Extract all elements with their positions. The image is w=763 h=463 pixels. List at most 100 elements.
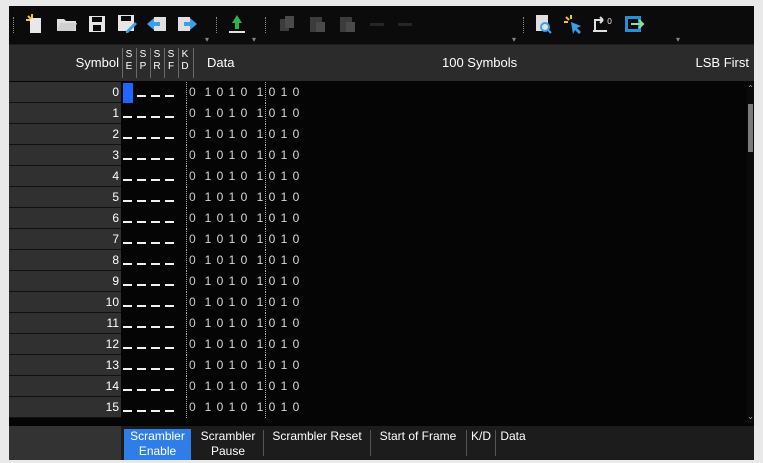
bit-cell[interactable]: 0 [290,166,302,187]
bit-cell[interactable]: 0 [266,103,278,124]
flag-cell[interactable] [123,410,132,412]
flag-cell[interactable] [151,263,160,265]
bit-cell[interactable]: 0 [266,229,278,250]
table-row[interactable]: 11 0 1 0 1 0 1 0 1 0 [9,313,749,334]
bit-cell[interactable]: 1 [226,124,238,145]
bit-cell[interactable]: 1 [278,397,290,418]
flag-cell[interactable] [151,95,160,97]
bit-cell[interactable]: 1 [226,166,238,187]
bit-cell[interactable]: 0 [238,292,250,313]
flag-cell[interactable] [165,263,174,265]
kd-cell[interactable]: 0 [189,271,196,292]
kd-cell[interactable]: 0 [189,334,196,355]
bit-cell[interactable]: 1 [226,229,238,250]
selected-cell[interactable] [123,83,133,103]
sf-column-header[interactable]: SF [166,49,176,73]
bit-cell[interactable]: 1 [278,208,290,229]
bit-cell[interactable]: 0 [238,103,250,124]
table-row[interactable]: 14 0 1 0 1 0 1 0 1 0 [9,376,749,397]
bit-cell[interactable]: 1 [278,187,290,208]
flag-cell[interactable] [151,200,160,202]
bit-cell[interactable]: 1 [202,82,214,103]
bit-cell[interactable]: 1 [226,82,238,103]
paste-button[interactable] [303,11,331,37]
bit-cell[interactable]: 1 [202,313,214,334]
flag-cell[interactable] [123,137,132,139]
bit-cell[interactable]: 0 [290,292,302,313]
flag-cell[interactable] [165,410,174,412]
flag-cell[interactable] [123,242,132,244]
copy-button[interactable] [273,11,301,37]
bit-cell[interactable]: 0 [266,376,278,397]
bit-cell[interactable]: 1 [202,166,214,187]
toolbar-grip[interactable] [216,17,220,33]
bit-cell[interactable]: 1 [278,355,290,376]
flag-cell[interactable] [123,347,132,349]
bit-cell[interactable]: 1 [278,250,290,271]
bit-cell[interactable]: 0 [238,229,250,250]
flag-cell[interactable] [165,95,174,97]
table-row[interactable]: 1010101010 [9,103,749,124]
toolbar-overflow-icon[interactable]: ▾ [512,35,516,44]
flag-cell[interactable] [151,368,160,370]
bit-cell[interactable]: 0 [214,166,226,187]
flag-cell[interactable] [137,389,146,391]
legend-scrambler-enable[interactable]: Scrambler Enable [124,429,191,460]
flag-cell[interactable] [123,200,132,202]
kd-cell[interactable]: 0 [189,355,196,376]
flag-cell[interactable] [151,305,160,307]
bit-cell[interactable]: 0 [214,103,226,124]
bit-cell[interactable]: 1 [226,376,238,397]
table-row[interactable]: 3010101010 [9,145,749,166]
kd-cell[interactable]: 0 [189,229,196,250]
kd-cell[interactable]: 0 [189,292,196,313]
kd-column-header[interactable]: KD [180,49,190,73]
bit-cell[interactable]: 0 [290,313,302,334]
flag-cell[interactable] [165,221,174,223]
bit-cell[interactable]: 0 [266,187,278,208]
bit-cell[interactable]: 1 [202,250,214,271]
import-button[interactable] [143,11,171,37]
flag-cell[interactable] [137,95,146,97]
flag-cell[interactable] [137,305,146,307]
bit-cell[interactable]: 0 [238,166,250,187]
bit-cell[interactable]: 1 [202,145,214,166]
bit-cell[interactable]: 0 [290,208,302,229]
scroll-up-icon[interactable]: ⌃ [747,84,754,93]
flag-cell[interactable] [151,242,160,244]
flag-cell[interactable] [123,179,132,181]
bit-cell[interactable]: 0 [238,124,250,145]
kd-cell[interactable]: 0 [189,145,196,166]
bit-cell[interactable]: 0 [238,334,250,355]
legend-kd[interactable]: K/D [468,429,494,444]
bit-cell[interactable]: 0 [266,124,278,145]
scrollbar-thumb[interactable] [748,104,753,152]
kd-cell[interactable]: 0 [189,250,196,271]
bit-cell[interactable]: 0 [214,397,226,418]
flag-cell[interactable] [137,116,146,118]
bit-cell[interactable]: 1 [202,376,214,397]
flag-cell[interactable] [137,284,146,286]
flag-cell[interactable] [123,263,132,265]
bit-cell[interactable]: 1 [202,187,214,208]
bit-cell[interactable]: 0 [238,376,250,397]
flag-cell[interactable] [137,347,146,349]
vertical-scrollbar[interactable]: ⌃ ⌄ [747,82,754,423]
bit-cell[interactable]: 0 [214,355,226,376]
bit-cell[interactable]: 1 [202,292,214,313]
flag-cell[interactable] [137,368,146,370]
bit-cell[interactable]: 1 [226,271,238,292]
kd-cell[interactable]: 0 [189,103,196,124]
bit-cell[interactable]: 0 [266,82,278,103]
table-row[interactable]: 13 0 1 0 1 0 1 0 1 0 [9,355,749,376]
flag-cell[interactable] [151,410,160,412]
bit-cell[interactable]: 1 [226,355,238,376]
kd-cell[interactable]: 0 [189,82,196,103]
flag-cell[interactable] [137,410,146,412]
bit-cell[interactable]: 1 [202,229,214,250]
table-row[interactable]: 9010101010 [9,271,749,292]
legend-scrambler-reset[interactable]: Scrambler Reset [265,429,369,444]
bit-cell[interactable]: 1 [202,103,214,124]
bit-cell[interactable]: 0 [290,355,302,376]
bit-cell[interactable]: 0 [238,145,250,166]
